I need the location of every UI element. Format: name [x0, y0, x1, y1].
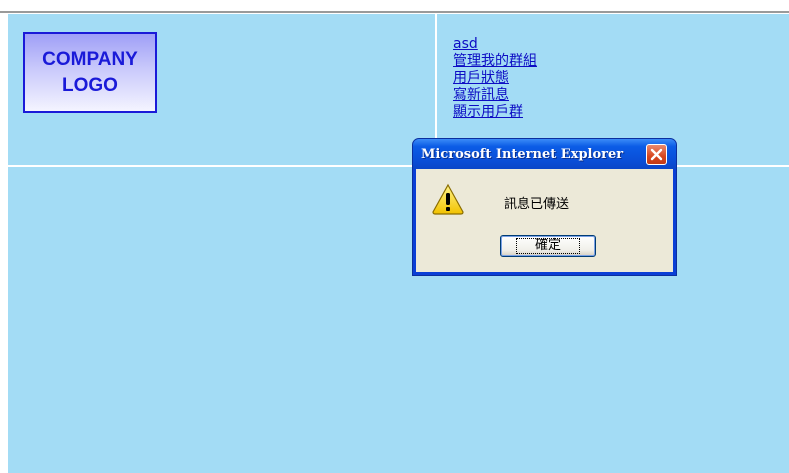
alert-dialog: Microsoft Internet Explorer 訊息已傳送 確定 [412, 138, 677, 276]
dialog-body: 訊息已傳送 確定 [416, 169, 673, 272]
top-border [0, 11, 789, 13]
warning-icon [432, 183, 464, 215]
nav-link-user-status[interactable]: 用戶狀態 [453, 70, 537, 87]
header-divider-vertical [435, 14, 437, 154]
dialog-titlebar[interactable]: Microsoft Internet Explorer [413, 139, 676, 169]
dialog-title: Microsoft Internet Explorer [421, 147, 624, 162]
nav-link-show-user-groups[interactable]: 顯示用戶群 [453, 104, 537, 121]
dialog-message: 訊息已傳送 [504, 197, 570, 212]
logo-line-2: LOGO [62, 74, 118, 96]
close-icon [650, 148, 663, 161]
nav-link-username[interactable]: asd [453, 36, 537, 53]
nav-link-write-message[interactable]: 寫新訊息 [453, 87, 537, 104]
ok-button-label: 確定 [515, 238, 580, 254]
user-nav-menu: asd 管理我的群組 用戶狀態 寫新訊息 顯示用戶群 [453, 36, 537, 121]
nav-link-manage-groups[interactable]: 管理我的群組 [453, 53, 537, 70]
logo-line-1: COMPANY [42, 48, 138, 70]
ok-button[interactable]: 確定 [500, 235, 596, 257]
close-button[interactable] [646, 144, 667, 165]
company-logo: COMPANY LOGO [23, 32, 157, 113]
